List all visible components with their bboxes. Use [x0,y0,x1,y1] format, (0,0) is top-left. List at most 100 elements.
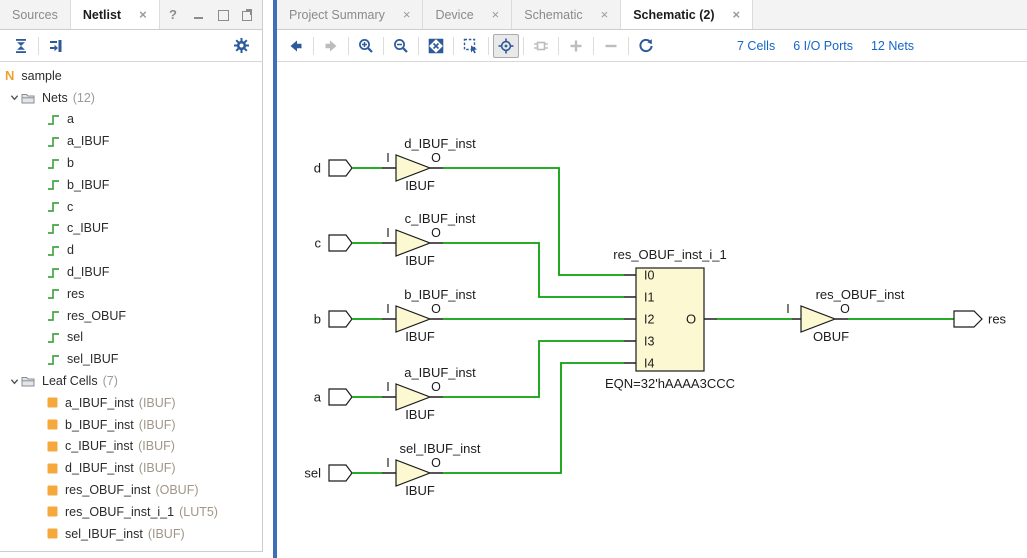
tree-item-d-ibuf[interactable]: d_IBUF [0,261,262,283]
tree-item-sel-ibuf-inst[interactable]: sel_IBUF_inst (IBUF) [0,523,262,545]
chevron-down-icon[interactable] [7,93,21,102]
autofit-selection-icon[interactable] [493,34,519,58]
remove-icon[interactable] [598,34,624,58]
tree-item-label: res_OBUF_inst_i_1 [65,505,174,519]
maximize-icon[interactable] [217,9,228,20]
zoom-selection-icon[interactable] [458,34,484,58]
sel_IBUF_inst-type-label: IBUF [405,483,435,498]
tree-item-type: (IBUF) [148,527,185,541]
zoom-fit-icon[interactable] [423,34,449,58]
tree-item-nets[interactable]: Nets(12) [0,87,262,109]
left-tab-netlist[interactable]: Netlist × [71,0,160,29]
tree-item-res-obuf[interactable]: res_OBUF [0,305,262,327]
tree-item-res-obuf-inst[interactable]: res_OBUF_inst(OBUF) [0,479,262,501]
minimize-icon[interactable] [193,9,204,20]
tab-label: Netlist [83,8,121,22]
stat-link-7-cells[interactable]: 7 Cells [737,39,775,53]
tree-item-type: (IBUF) [139,418,176,432]
tree-item-a-ibuf-inst[interactable]: a_IBUF_inst(IBUF) [0,392,262,414]
tab-close-icon[interactable]: × [403,7,411,22]
tree-item-label: d_IBUF_inst [65,461,134,475]
res_OBUF_inst-type-label: OBUF [813,329,849,344]
tree-item-sample[interactable]: Nsample [0,65,262,87]
tree-item-sel[interactable]: sel [0,327,262,349]
collapse-all-icon[interactable] [8,34,34,58]
tree-item-label: sample [21,69,61,83]
tree-item-b[interactable]: b [0,152,262,174]
doc-tab-schematic[interactable]: Schematic× [512,0,621,29]
tree-item-label: sel_IBUF_inst [65,527,143,541]
netlist-icon: N [5,68,14,83]
tree-item-label: a_IBUF_inst [65,396,134,410]
doc-tab-schematic-2-[interactable]: Schematic (2)× [621,0,753,29]
net-icon [47,135,60,148]
tab-close-icon[interactable]: × [601,7,609,22]
schematic-canvas[interactable]: dIOd_IBUF_instIBUFcIOc_IBUF_instIBUFbIOb… [277,62,1027,558]
tree-item-leaf-cells[interactable]: Leaf Cells(7) [0,370,262,392]
netlist-toolbar [0,30,263,62]
settings-gear-icon[interactable] [228,34,254,58]
lut5-pin-label-I0: I0 [644,269,654,283]
netlist-panel: Sources Netlist × ? [0,0,263,558]
sel_IBUF_inst-name-label: sel_IBUF_inst [400,441,481,456]
left-tab-sources[interactable]: Sources [0,0,71,29]
zoom-in-icon[interactable] [353,34,379,58]
tree-item-b-ibuf-inst[interactable]: b_IBUF_inst (IBUF) [0,414,262,436]
tree-item-label: Leaf Cells [42,374,98,388]
forward-icon[interactable] [318,34,344,58]
tab-label: Sources [12,8,58,22]
c-port-symbol[interactable] [329,235,352,251]
scroll-to-selected-icon[interactable] [43,34,69,58]
b-port-symbol[interactable] [329,311,352,327]
schematic-drawing: dIOd_IBUF_instIBUFcIOc_IBUF_instIBUFbIOb… [277,62,1027,558]
tree-item-d[interactable]: d [0,239,262,261]
back-icon[interactable] [283,34,309,58]
tab-close-icon[interactable]: × [733,7,741,22]
tree-item-a-ibuf[interactable]: a_IBUF [0,130,262,152]
tree-item-label: b_IBUF_inst [65,418,134,432]
zoom-out-icon[interactable] [388,34,414,58]
sel-port-symbol[interactable] [329,465,352,481]
tree-item-sel-ibuf[interactable]: sel_IBUF [0,348,262,370]
c_IBUF_inst-type-label: IBUF [405,253,435,268]
regenerate-icon[interactable] [633,34,659,58]
lut5-name-label: res_OBUF_inst_i_1 [613,247,726,262]
chevron-down-icon[interactable] [7,377,21,386]
net-icon [47,353,60,366]
res-port-symbol[interactable] [954,311,982,327]
tree-item-label: sel_IBUF [67,352,118,366]
help-icon[interactable]: ? [169,9,180,20]
float-icon[interactable] [241,9,252,20]
tree-item-c-ibuf[interactable]: c_IBUF [0,218,262,240]
tree-item-res[interactable]: res [0,283,262,305]
doc-tab-device[interactable]: Device× [423,0,512,29]
tree-item-c[interactable]: c [0,196,262,218]
a_IBUF_inst-name-label: a_IBUF_inst [404,365,476,380]
tab-close-icon[interactable]: × [492,7,500,22]
d-port-symbol[interactable] [329,160,352,176]
tree-item-label: res_OBUF [67,309,126,323]
a-port-label: a [314,390,322,405]
add-icon[interactable] [563,34,589,58]
expand-cone-icon[interactable] [528,34,554,58]
tree-item-res-obuf-inst-i-1[interactable]: res_OBUF_inst_i_1(LUT5) [0,501,262,523]
tree-item-label: c_IBUF_inst [65,439,133,453]
d_IBUF_inst-name-label: d_IBUF_inst [404,136,476,151]
tree-item-d-ibuf-inst[interactable]: d_IBUF_inst (IBUF) [0,457,262,479]
lut5-pin-label-I2: I2 [644,313,654,327]
net-icon [47,157,60,170]
a_IBUF_inst-pin-out-label: O [431,380,441,394]
cell-icon [47,463,58,474]
doc-tab-project-summary[interactable]: Project Summary× [277,0,423,29]
c_IBUF_inst-pin-in-label: I [386,226,389,240]
tab-close-icon[interactable]: × [139,7,147,22]
tree-item-b-ibuf[interactable]: b_IBUF [0,174,262,196]
net-icon [47,244,60,257]
stat-link-12-nets[interactable]: 12 Nets [871,39,914,53]
net-icon [47,287,60,300]
stat-link-6-i-o-ports[interactable]: 6 I/O Ports [793,39,853,53]
tree-item-a[interactable]: a [0,109,262,131]
a-port-symbol[interactable] [329,389,352,405]
tree-item-c-ibuf-inst[interactable]: c_IBUF_inst(IBUF) [0,436,262,458]
tree-item-type: (IBUF) [139,461,176,475]
